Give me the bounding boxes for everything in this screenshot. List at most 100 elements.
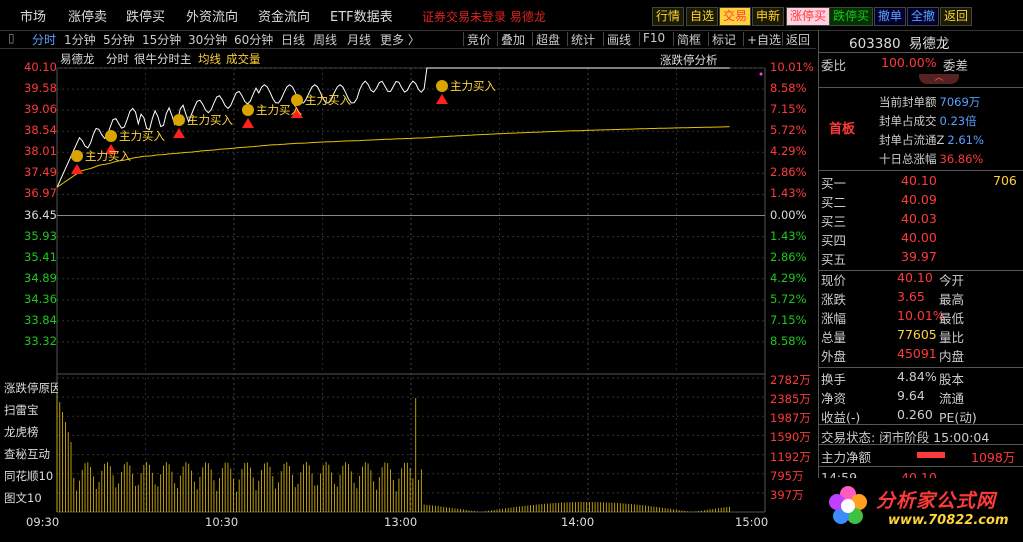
period-tab-1[interactable]: 1分钟 [64,31,96,48]
net-flow-bar [917,452,945,458]
pct-axis-label: 0.00% [770,207,807,222]
toolbar-button-6[interactable]: 撤单 [874,7,907,26]
quote-info-row: 涨幅 10.01% 最低 [821,308,1021,326]
toolbar-button-4[interactable]: 涨停买 [786,7,831,26]
stat-label: 封单占成交 [879,114,937,128]
tool-separator [743,32,744,46]
bid-label: 买五 [821,252,847,267]
menu-item-3[interactable]: 外资流向 [186,6,238,25]
pct-axis-label: 4.29% [770,144,807,159]
stat-label: 十日总涨幅 [879,152,937,166]
chart-tool-4[interactable]: 画线 [607,31,631,48]
price-axis-label: 35.93 [24,228,57,243]
quote-info-row: 涨跌 3.65 最高 [821,289,1021,307]
weibi-row: 委比 100.00% 委差 [821,55,1021,73]
buy-signal-icon [242,118,254,128]
chart-tool-1[interactable]: 叠加 [501,31,525,48]
intraday-chart[interactable]: 易德龙 分时 很牛分时主 均线 成交量 涨跌停分析 40.10 39.58 39.0… [0,48,816,539]
tool-separator [782,32,783,46]
info-label: 现价 [821,273,847,288]
side-tab-5[interactable]: 图文10 [4,490,58,506]
toolbar-button-1[interactable]: 自选 [686,7,719,26]
volume-axis-label: 795万 [770,468,804,483]
chart-tool-7[interactable]: 标记 [712,31,736,48]
period-tab-3[interactable]: 15分钟 [142,31,181,48]
stock-name: 易德龙 [908,36,950,52]
pct-axis-label: 8.58% [770,334,807,348]
net-flow-value: 1098万 [971,450,1016,465]
chart-tool-3[interactable]: 统计 [571,31,595,48]
menu-item-4[interactable]: 资金流向 [258,6,310,25]
chart-tool-2[interactable]: 超盘 [536,31,560,48]
stat-value: 2.61% [947,133,984,147]
period-tab-4[interactable]: 30分钟 [188,31,227,48]
bid-row[interactable]: 买三 40.03 [821,211,1021,229]
chart-tool-9[interactable]: 返回 [786,31,810,48]
period-tab-9[interactable]: 更多 〉 [380,31,420,48]
limit-analysis-link[interactable]: 涨跌停分析 [660,52,718,68]
period-tab-6[interactable]: 日线 [281,31,305,48]
chart-tool-0[interactable]: 竞价 [467,31,491,48]
toolbar-button-8[interactable]: 返回 [940,7,973,26]
chart-tool-6[interactable]: 简框 [677,31,701,48]
menu-item-0[interactable]: 市场 [20,6,46,25]
info2-label-2: 流通 [939,391,965,406]
buy-signal-icon [173,128,185,138]
info-label-2: 今开 [939,273,965,288]
watermark-url: www.70822.com [888,513,1009,528]
info-label-2: 最低 [939,311,965,326]
tool-separator [567,32,568,46]
bid-price: 40.10 [901,173,937,188]
money-bag-icon [436,80,448,92]
chart-tool-5[interactable]: F10 [643,31,665,45]
money-bag-icon [105,130,117,142]
collapse-chevron-icon[interactable]: ︿ [919,74,959,84]
net-flow-row: 主力净额 1098万 [821,447,1021,465]
toolbar-button-7[interactable]: 全撤 [907,7,940,26]
period-tab-5[interactable]: 60分钟 [234,31,273,48]
stat-row: 十日总涨幅 36.86% [879,151,1019,169]
side-tab-4[interactable]: 同花顺10 [4,468,58,484]
stat-row: 封单占流通Z 2.61% [879,132,1019,150]
bid-row[interactable]: 买一 40.10 706 [821,173,1021,191]
side-tab-0[interactable]: 涨跌停原因 [4,380,58,396]
toolbar-button-5[interactable]: 跌停买 [829,7,874,26]
pct-axis-label: 8.58% [770,81,807,96]
pct-axis-label: 1.43% [770,228,807,243]
price-axis-label: 36.97 [24,186,57,201]
bid-row[interactable]: 买四 40.00 [821,230,1021,248]
side-tab-1[interactable]: 扫雷宝 [4,402,58,418]
tool-separator [673,32,674,46]
bid-row[interactable]: 买五 39.97 [821,249,1021,267]
menu-item-5[interactable]: ETF数据表 [330,6,393,25]
bid-price: 39.97 [901,249,937,264]
price-axis-label: 40.10 [24,60,57,74]
price-axis-label: 39.06 [24,102,57,117]
tool-separator [708,32,709,46]
toolbar-button-2[interactable]: 交易 [719,7,752,26]
chart-tool-8[interactable]: +自选 [747,31,781,48]
toolbar-button-0[interactable]: 行情 [652,7,685,26]
pct-axis-label: 5.72% [770,291,807,306]
toolbar-button-3[interactable]: 申新 [752,7,785,26]
bid-row[interactable]: 买二 40.09 [821,192,1021,210]
period-tab-2[interactable]: 5分钟 [103,31,135,48]
tool-separator [463,32,464,46]
price-axis-label: 36.45 [24,207,57,222]
side-tab-3[interactable]: 查秘互动 [4,446,58,462]
info2-label: 换手 [821,372,847,387]
period-tab-8[interactable]: 月线 [347,31,371,48]
info-value: 77605 [897,327,937,342]
pct-axis-label: 2.86% [770,249,807,264]
menu-item-2[interactable]: 跌停买 [126,6,165,25]
menu-item-1[interactable]: 涨停卖 [68,6,107,25]
trade-status-row: 交易状态: 闭市阶段 15:00:04 [821,427,1021,445]
side-tab-2[interactable]: 龙虎榜 [4,424,58,440]
price-axis-label: 39.58 [24,81,57,96]
period-tab-7[interactable]: 周线 [313,31,337,48]
period-tab-0[interactable]: 分时 [32,31,56,48]
stat-label: 当前封单额 [879,95,937,109]
bid-volume: 706 [993,173,1017,188]
time-axis-label: 15:00 [735,515,769,529]
legend-hengniu: 很牛分时主 [134,52,192,66]
